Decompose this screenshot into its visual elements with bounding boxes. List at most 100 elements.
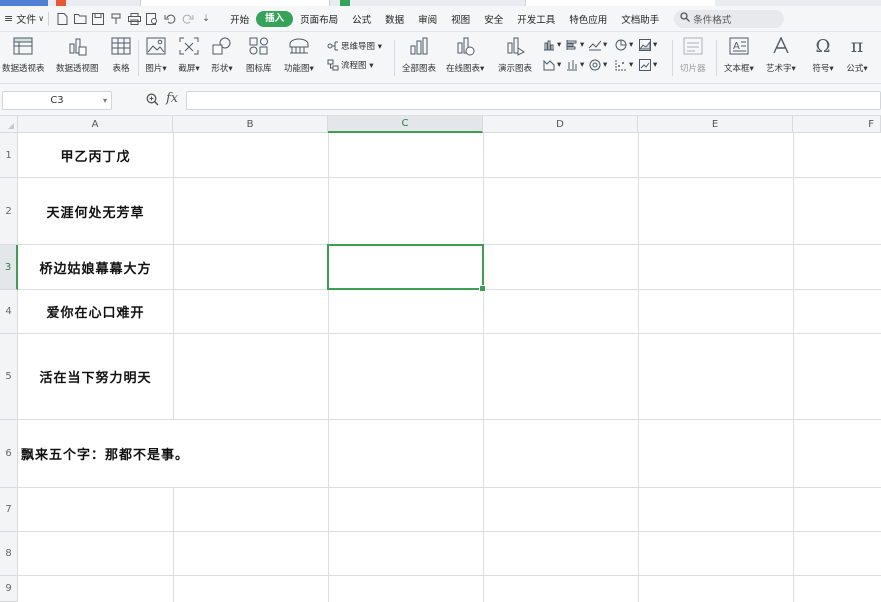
slicer-button[interactable]: 切片器 <box>680 35 706 74</box>
cell-a3[interactable]: 桥边姑娘幕幕大方 <box>18 245 173 289</box>
tab-formulas[interactable]: 公式 <box>345 12 378 26</box>
cell-a2[interactable]: 天涯何处无芳草 <box>18 178 173 244</box>
picture-button[interactable]: 图片▾ <box>145 35 167 74</box>
tab-home[interactable]: 开始 <box>223 12 256 26</box>
pie-chart-dropdown[interactable]: ▾ <box>614 38 633 51</box>
column-header-f[interactable]: F <box>793 116 881 133</box>
format-painter-icon[interactable] <box>108 11 124 27</box>
bar-chart-dropdown[interactable]: ▾ <box>565 38 584 51</box>
tab-page-layout[interactable]: 页面布局 <box>293 12 345 26</box>
save-icon[interactable] <box>90 11 106 27</box>
undo-icon[interactable] <box>162 11 178 27</box>
table-icon <box>110 35 132 57</box>
area-chart-dropdown[interactable]: ▾ <box>638 38 657 51</box>
cell-a1[interactable]: 甲乙丙丁戊 <box>18 133 173 177</box>
cell-a4[interactable]: 爱你在心口难开 <box>18 290 173 333</box>
map-chart-icon <box>542 58 555 71</box>
gridline <box>18 531 881 532</box>
row-header-6[interactable]: 6 <box>0 420 18 488</box>
tab-view[interactable]: 视图 <box>444 12 477 26</box>
row-header-9[interactable]: 9 <box>0 576 18 602</box>
file-menu-label: 文件 <box>16 15 37 26</box>
demo-chart-button[interactable]: 演示图表 <box>498 35 532 74</box>
pivot-table-button[interactable]: 数据透视表 <box>2 35 45 74</box>
column-header-b[interactable]: B <box>173 116 328 133</box>
row-header-5[interactable]: 5 <box>0 334 18 420</box>
picture-label: 图片▾ <box>145 64 167 74</box>
cell-a5[interactable]: 活在当下努力明天 <box>18 334 173 419</box>
wordart-button[interactable]: 艺术字▾ <box>766 35 796 74</box>
scatter-chart-icon <box>614 58 627 71</box>
shapes-label: 形状▾ <box>211 64 233 74</box>
row-header-4[interactable]: 4 <box>0 290 18 334</box>
customize-dropdown-icon[interactable]: ⇣ <box>198 11 214 27</box>
flowchart-icon <box>326 58 339 71</box>
ring-chart-dropdown[interactable]: ▾ <box>588 58 607 71</box>
textbox-button[interactable]: A 文本框▾ <box>724 35 754 74</box>
row-header-1[interactable]: 1 <box>0 133 18 178</box>
command-search-box[interactable]: 条件格式 <box>674 9 785 28</box>
tab-developer[interactable]: 开发工具 <box>510 12 562 26</box>
shapes-icon <box>211 35 233 57</box>
svg-text:A: A <box>733 41 740 52</box>
search-placeholder: 条件格式 <box>693 14 732 26</box>
scatter-chart-dropdown[interactable]: ▾ <box>614 58 633 71</box>
column-header-a[interactable]: A <box>18 116 173 133</box>
select-all-corner[interactable] <box>0 116 18 133</box>
new-file-icon[interactable] <box>54 11 70 27</box>
tab-security[interactable]: 安全 <box>477 12 510 26</box>
cell-a6[interactable]: 飘来五个字：那都不是事。 <box>18 420 318 487</box>
tab-features[interactable]: 特色应用 <box>562 12 614 26</box>
column-header-e[interactable]: E <box>638 116 793 133</box>
slicer-icon <box>682 35 704 57</box>
pivot-chart-icon <box>66 35 88 57</box>
map-chart-dropdown[interactable]: ▾ <box>542 58 561 71</box>
symbol-button[interactable]: Ω 符号▾ <box>812 35 834 75</box>
print-preview-icon[interactable] <box>144 11 160 27</box>
redo-icon[interactable] <box>180 11 196 27</box>
tab-review[interactable]: 审阅 <box>411 12 444 26</box>
file-menu[interactable]: ≡ 文件 ∨ <box>0 6 44 32</box>
table-button[interactable]: 表格 <box>110 35 132 74</box>
name-box[interactable]: C3 ▾ <box>2 91 112 110</box>
tab-data[interactable]: 数据 <box>378 12 411 26</box>
area-chart-icon <box>638 38 651 51</box>
all-charts-button[interactable]: 全部图表 <box>402 35 436 74</box>
online-charts-button[interactable]: 在线图表▾ <box>446 35 484 74</box>
line-chart-dropdown[interactable]: ▾ <box>588 38 607 51</box>
flowchart-button[interactable]: 流程图 ▾ <box>326 58 373 71</box>
row-header-8[interactable]: 8 <box>0 532 18 576</box>
formula-button[interactable]: π 公式▾ <box>846 35 868 74</box>
row-header-2[interactable]: 2 <box>0 178 18 245</box>
formula-input[interactable] <box>186 91 881 110</box>
icon-library-button[interactable]: 图标库 <box>246 35 272 74</box>
insert-function-icon[interactable]: fx <box>166 91 178 106</box>
row-header-7[interactable]: 7 <box>0 488 18 532</box>
menu-bar: ≡ 文件 ∨ ⇣ 开始 插入 页面布局 公式 数据 审阅 视图 安全 开发工具 … <box>0 6 881 32</box>
tab-doc-assistant[interactable]: 文档助手 <box>614 12 666 26</box>
demo-chart-label: 演示图表 <box>498 64 533 74</box>
column-chart-dropdown[interactable]: ▾ <box>542 38 561 51</box>
divider <box>716 40 717 76</box>
shapes-button[interactable]: 形状▾ <box>211 35 233 74</box>
chevron-down-icon: ▾ <box>102 96 107 105</box>
row-header-3[interactable]: 3 <box>0 245 18 290</box>
screenshot-button[interactable]: 截屏▾ <box>178 35 200 74</box>
zoom-icon[interactable] <box>146 93 159 109</box>
combo-chart-dropdown[interactable]: ▾ <box>638 58 657 71</box>
print-icon[interactable] <box>126 11 142 27</box>
pivot-chart-button[interactable]: 数据透视图 <box>56 35 99 74</box>
mind-map-button[interactable]: 思维导图 ▾ <box>326 39 382 52</box>
open-folder-icon[interactable] <box>72 11 88 27</box>
mind-map-label: 思维导图 ▾ <box>341 41 382 52</box>
stock-chart-dropdown[interactable]: ▾ <box>565 58 584 71</box>
pi-symbol-icon: π <box>850 35 864 57</box>
insert-ribbon: 数据透视表 数据透视图 表格 图片▾ 截屏▾ 形状▾ 图标库 功能图▾ 思维导图… <box>0 32 881 84</box>
online-chart-icon <box>454 35 476 57</box>
column-header-d[interactable]: D <box>483 116 638 133</box>
tab-insert[interactable]: 插入 <box>256 10 294 27</box>
column-header-c[interactable]: C <box>328 116 483 133</box>
function-chart-button[interactable]: 功能图▾ <box>284 35 314 74</box>
wordart-label: 艺术字▾ <box>766 64 796 74</box>
active-cell-c3[interactable] <box>327 244 486 292</box>
